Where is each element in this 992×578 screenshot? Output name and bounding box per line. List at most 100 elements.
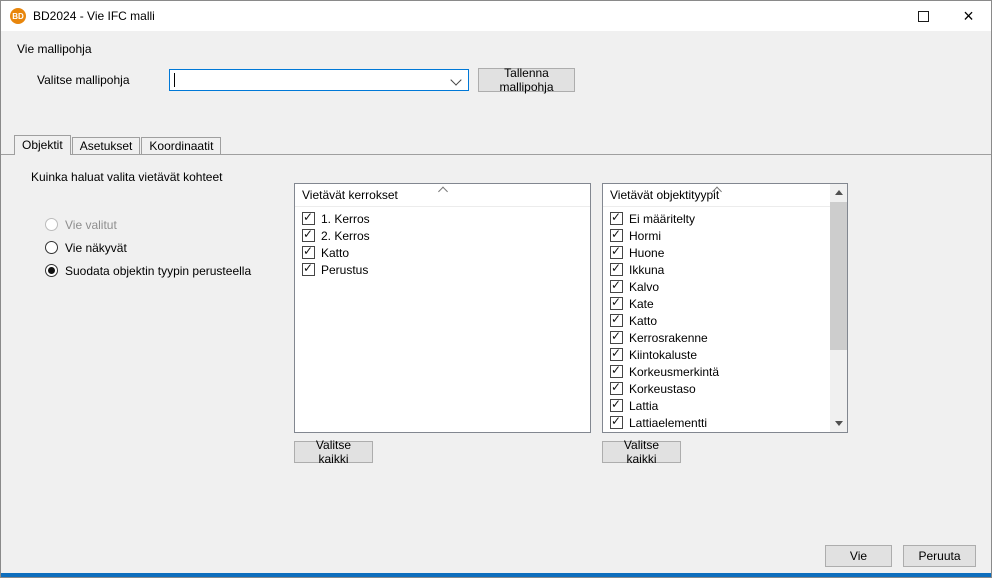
floors-listbox: Vietävät kerrokset ✓1. Kerros✓2. Kerros✓… (294, 183, 591, 433)
list-item[interactable]: ✓ Katto (295, 244, 590, 261)
dialog-window: BD BD2024 - Vie IFC malli × Vie mallipoh… (0, 0, 992, 578)
list-item[interactable]: ✓2. Kerros (295, 227, 590, 244)
radio-option-label: Vie näkyvät (65, 241, 127, 255)
list-item-label: Kalvo (629, 280, 659, 294)
bottom-accent-strip (1, 573, 991, 577)
check-mark-icon: ✓ (611, 381, 621, 394)
checkbox-icon[interactable]: ✓ (302, 263, 315, 276)
list-item[interactable]: ✓ Kiintokaluste (603, 346, 830, 363)
check-mark-icon: ✓ (611, 347, 621, 360)
floors-list-items: ✓1. Kerros✓2. Kerros✓Katto✓Perustus (295, 206, 590, 432)
list-item[interactable]: ✓Katto (603, 312, 830, 329)
select-all-object-types-button[interactable]: Valitse kaikki (602, 441, 681, 463)
floors-header-label: Vietävät kerrokset (302, 188, 398, 202)
checkbox-icon[interactable]: ✓ (302, 246, 315, 259)
check-mark-icon: ✓ (611, 313, 621, 326)
checkbox-icon[interactable]: ✓ (610, 246, 623, 259)
checkbox-icon[interactable]: ✓ (610, 297, 623, 310)
checkbox-icon[interactable]: ✓ (610, 365, 623, 378)
list-item-label: Katto (321, 246, 349, 260)
list-item[interactable]: ✓Korkeustaso (603, 380, 830, 397)
list-item[interactable]: ✓ Kate (603, 295, 830, 312)
list-item-label: Lattiaelementti (629, 416, 707, 430)
checkbox-icon[interactable]: ✓ (610, 331, 623, 344)
checkbox-icon[interactable]: ✓ (610, 229, 623, 242)
check-mark-icon: ✓ (303, 245, 313, 258)
list-item-label: Lattia (629, 399, 658, 413)
template-combobox[interactable] (169, 69, 469, 91)
list-item[interactable]: ✓ Korkeusmerkintä (603, 363, 830, 380)
list-item[interactable]: ✓ Ei määritelty (603, 210, 830, 227)
vertical-scrollbar[interactable] (830, 184, 847, 432)
list-item-label: Kate (629, 297, 654, 311)
tab-koordinaatit[interactable]: Koordinaatit (141, 137, 221, 154)
tab-asetukset[interactable]: Asetukset (72, 137, 141, 154)
check-mark-icon: ✓ (611, 211, 621, 224)
list-item-label: Kiintokaluste (629, 348, 697, 362)
cancel-button[interactable]: Peruuta (903, 545, 976, 567)
close-button[interactable]: × (946, 1, 991, 31)
sort-ascending-icon (438, 187, 448, 197)
maximize-button[interactable] (901, 1, 946, 31)
floors-list-header[interactable]: Vietävät kerrokset (295, 184, 590, 207)
radio-icon (45, 218, 58, 231)
checkbox-icon[interactable]: ✓ (610, 348, 623, 361)
list-item[interactable]: ✓ Lattiaelementti (603, 414, 830, 431)
tab-objektit[interactable]: Objektit (14, 135, 71, 155)
checkbox-icon[interactable]: ✓ (610, 382, 623, 395)
scrollbar-thumb[interactable] (830, 202, 847, 350)
check-mark-icon: ✓ (611, 364, 621, 377)
list-item-label: Ei määritelty (629, 212, 695, 226)
checkbox-icon[interactable]: ✓ (610, 263, 623, 276)
checkbox-icon[interactable]: ✓ (610, 399, 623, 412)
object-types-header-label: Vietävät objektityypit (610, 188, 719, 202)
radio-option: Vie valitut (45, 213, 251, 236)
save-template-button[interactable]: Tallenna mallipohja (478, 68, 575, 92)
export-button[interactable]: Vie (825, 545, 892, 567)
list-item[interactable]: ✓ Kerrosrakenne (603, 329, 830, 346)
check-mark-icon: ✓ (303, 211, 313, 224)
chevron-down-icon[interactable] (450, 74, 461, 85)
check-mark-icon: ✓ (611, 279, 621, 292)
selection-question: Kuinka haluat valita vietävät kohteet (31, 170, 222, 184)
radio-option-label: Vie valitut (65, 218, 117, 232)
text-cursor (174, 73, 175, 87)
list-item[interactable]: ✓Huone (603, 244, 830, 261)
list-item[interactable]: ✓Perustus (295, 261, 590, 278)
template-select-label: Valitse mallipohja (37, 73, 130, 87)
radio-option[interactable]: Suodata objektin tyypin perusteella (45, 259, 251, 282)
list-item-label: Ikkuna (629, 263, 664, 277)
scroll-up-button[interactable] (830, 184, 847, 201)
arrow-down-icon (835, 421, 843, 426)
object-types-listbox: Vietävät objektityypit ✓ Ei määritelty ✓ Ho… (602, 183, 848, 433)
select-all-floors-button[interactable]: Valitse kaikki (294, 441, 373, 463)
window-title: BD2024 - Vie IFC malli (33, 1, 155, 31)
checkbox-icon[interactable]: ✓ (610, 212, 623, 225)
list-item-label: Kerrosrakenne (629, 331, 708, 345)
scroll-down-button[interactable] (830, 415, 847, 432)
list-item-label: Korkeusmerkintä (629, 365, 719, 379)
arrow-up-icon (835, 190, 843, 195)
object-types-list-header[interactable]: Vietävät objektityypit (603, 184, 830, 207)
check-mark-icon: ✓ (611, 398, 621, 411)
checkbox-icon[interactable]: ✓ (610, 280, 623, 293)
check-mark-icon: ✓ (611, 415, 621, 428)
checkbox-icon[interactable]: ✓ (610, 416, 623, 429)
list-item[interactable]: ✓ Ikkuna (603, 261, 830, 278)
checkbox-icon[interactable]: ✓ (302, 229, 315, 242)
list-item-label: 1. Kerros (321, 212, 370, 226)
radio-option-label: Suodata objektin tyypin perusteella (65, 264, 251, 278)
checkbox-icon[interactable]: ✓ (610, 314, 623, 327)
maximize-icon (918, 11, 929, 22)
checkbox-icon[interactable]: ✓ (302, 212, 315, 225)
radio-option[interactable]: Vie näkyvät (45, 236, 251, 259)
check-mark-icon: ✓ (611, 330, 621, 343)
check-mark-icon: ✓ (303, 228, 313, 241)
list-item[interactable]: ✓ Lattia (603, 397, 830, 414)
list-item[interactable]: ✓ Hormi (603, 227, 830, 244)
check-mark-icon: ✓ (611, 296, 621, 309)
list-item[interactable]: ✓ 1. Kerros (295, 210, 590, 227)
radio-icon (45, 264, 58, 277)
list-item-label: Hormi (629, 229, 661, 243)
list-item[interactable]: ✓ Kalvo (603, 278, 830, 295)
